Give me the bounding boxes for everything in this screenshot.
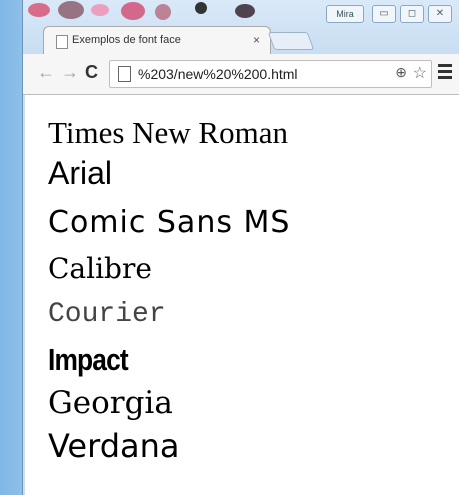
reload-icon[interactable]: C xyxy=(85,62,98,83)
window-titlebar: Mira ▭ ◻ ✕ Exemplos de font face × xyxy=(23,0,459,60)
window-controls: ▭ ◻ ✕ xyxy=(372,5,452,23)
page-icon xyxy=(118,66,131,82)
font-sample-comic-sans-ms: Comic Sans MS xyxy=(48,205,291,240)
bookmark-star-icon[interactable]: ☆ xyxy=(413,63,427,83)
restore-button[interactable]: ◻ xyxy=(400,5,424,23)
new-tab-button[interactable] xyxy=(267,32,315,50)
page-content: Times New Roman Arial Comic Sans MS Cali… xyxy=(25,95,459,495)
extension-badge[interactable]: Mira xyxy=(326,5,364,23)
font-sample-times-new-roman: Times New Roman xyxy=(48,115,288,150)
page-icon xyxy=(56,35,68,49)
close-window-button[interactable]: ✕ xyxy=(428,5,452,23)
minimize-button[interactable]: ▭ xyxy=(372,5,396,23)
font-sample-verdana: Verdana xyxy=(48,427,180,465)
menu-icon[interactable] xyxy=(438,64,452,82)
browser-toolbar: ← → C %203/new%20%200.html ⊕ ☆ xyxy=(23,54,459,95)
browser-window: Mira ▭ ◻ ✕ Exemplos de font face × ← → C… xyxy=(22,0,459,495)
font-sample-calibre: Calibre xyxy=(48,252,152,285)
url-text[interactable]: %203/new%20%200.html xyxy=(138,66,298,82)
back-arrow-icon[interactable]: ← xyxy=(37,62,55,83)
address-bar[interactable]: %203/new%20%200.html ⊕ ☆ xyxy=(109,60,432,88)
forward-arrow-icon[interactable]: → xyxy=(61,62,79,83)
font-sample-arial: Arial xyxy=(48,155,113,191)
font-sample-georgia: Georgia xyxy=(48,385,173,421)
font-sample-courier: Courier xyxy=(48,299,166,330)
browser-tab[interactable]: Exemplos de font face × xyxy=(43,26,271,55)
zoom-icon[interactable]: ⊕ xyxy=(395,64,407,81)
close-tab-icon[interactable]: × xyxy=(253,33,260,47)
tab-title: Exemplos de font face xyxy=(72,34,181,46)
font-sample-impact: Impact xyxy=(48,342,129,377)
